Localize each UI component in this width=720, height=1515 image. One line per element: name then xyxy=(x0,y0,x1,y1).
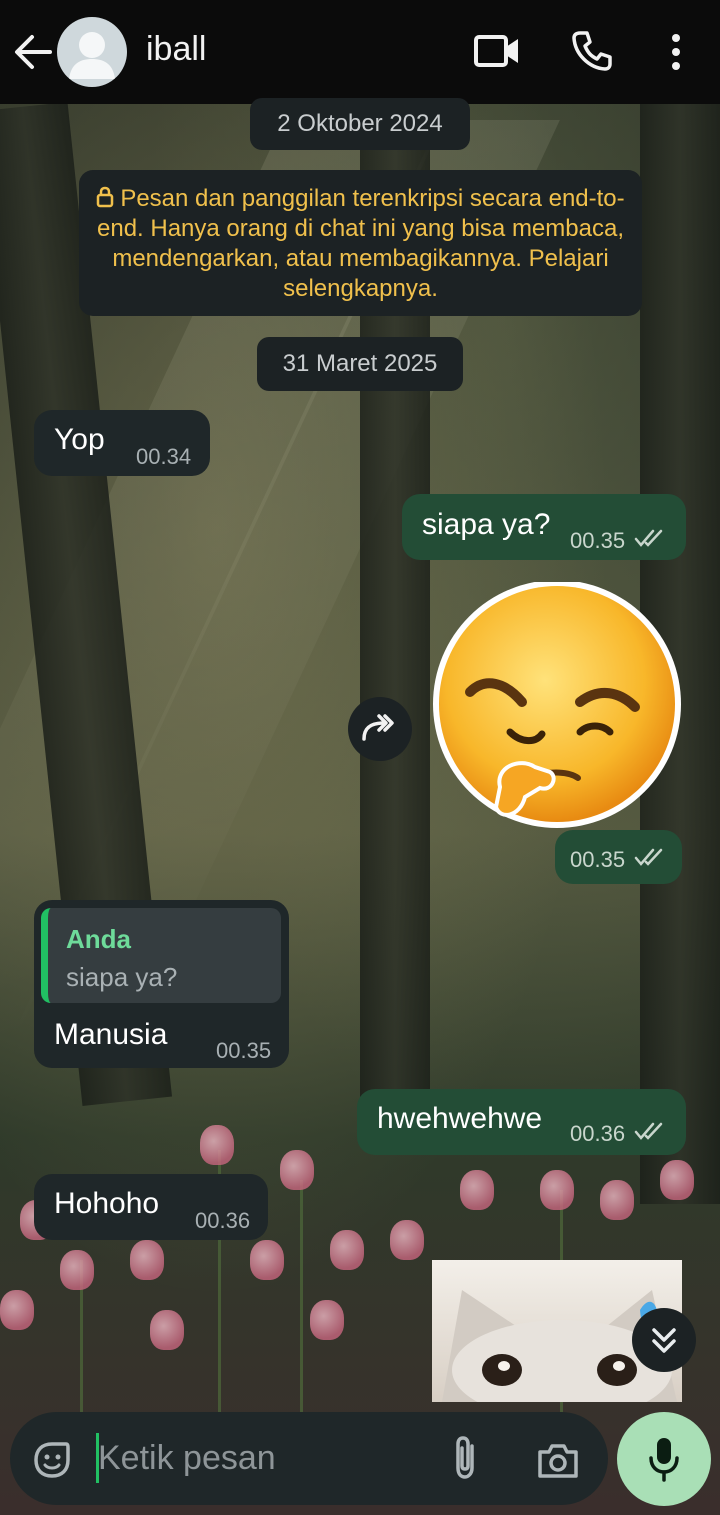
quoted-text: siapa ya? xyxy=(66,962,178,992)
message-text: hwehwehwe xyxy=(377,1102,543,1135)
message-text: siapa ya? xyxy=(422,508,551,541)
sticker-timestamp: 00.35 xyxy=(555,830,682,884)
message-time: 00.36 xyxy=(195,1208,251,1233)
sticker-thinking-smirk-emoji[interactable] xyxy=(430,582,684,836)
arrow-left-icon[interactable] xyxy=(14,34,52,70)
more-vert-icon[interactable] xyxy=(664,32,688,72)
video-camera-icon[interactable] xyxy=(474,32,520,70)
read-receipt-icon xyxy=(634,848,663,866)
message-text: Manusia xyxy=(54,1018,168,1051)
message-text: Yop xyxy=(54,423,105,456)
outgoing-message[interactable]: siapa ya? 00.35 xyxy=(402,494,686,560)
default-avatar-icon xyxy=(69,32,115,79)
contact-name[interactable]: iball xyxy=(146,30,206,69)
scroll-to-bottom-button[interactable] xyxy=(632,1308,696,1372)
encryption-notice[interactable]: Pesan dan panggilan terenkripsi secara e… xyxy=(79,170,642,316)
message-time: 00.35 xyxy=(216,1038,272,1063)
phone-icon[interactable] xyxy=(571,30,613,72)
outgoing-message[interactable]: hwehwehwe 00.36 xyxy=(357,1089,686,1155)
message-time: 00.36 xyxy=(570,1121,626,1146)
incoming-message[interactable]: Hohoho 00.36 xyxy=(34,1174,268,1240)
double-chevron-down-icon xyxy=(652,1328,676,1353)
forward-button[interactable] xyxy=(348,697,412,761)
sticker-icon[interactable] xyxy=(30,1438,74,1482)
message-time: 00.35 xyxy=(570,528,626,553)
lock-icon xyxy=(97,186,114,208)
message-time: 00.35 xyxy=(570,847,626,872)
microphone-icon xyxy=(649,1438,679,1482)
chat-header: iball xyxy=(0,0,720,104)
message-input[interactable] xyxy=(98,1432,418,1484)
encryption-notice-text: Pesan dan panggilan terenkripsi secara e… xyxy=(97,185,625,302)
date-separator: 2 Oktober 2024 xyxy=(250,98,470,150)
voice-record-button[interactable] xyxy=(617,1412,711,1506)
forward-icon xyxy=(362,714,394,741)
date-separator: 31 Maret 2025 xyxy=(257,337,463,391)
paperclip-icon[interactable] xyxy=(448,1434,484,1482)
incoming-message[interactable]: Yop 00.34 xyxy=(34,410,210,476)
read-receipt-icon xyxy=(634,1122,663,1140)
message-time: 00.34 xyxy=(136,444,192,469)
read-receipt-icon xyxy=(634,529,663,547)
avatar[interactable] xyxy=(57,17,127,87)
quoted-reply[interactable]: Anda siapa ya? xyxy=(41,908,281,1003)
camera-icon[interactable] xyxy=(536,1440,580,1480)
quoted-author: Anda xyxy=(66,924,131,954)
message-text: Hohoho xyxy=(54,1187,160,1220)
